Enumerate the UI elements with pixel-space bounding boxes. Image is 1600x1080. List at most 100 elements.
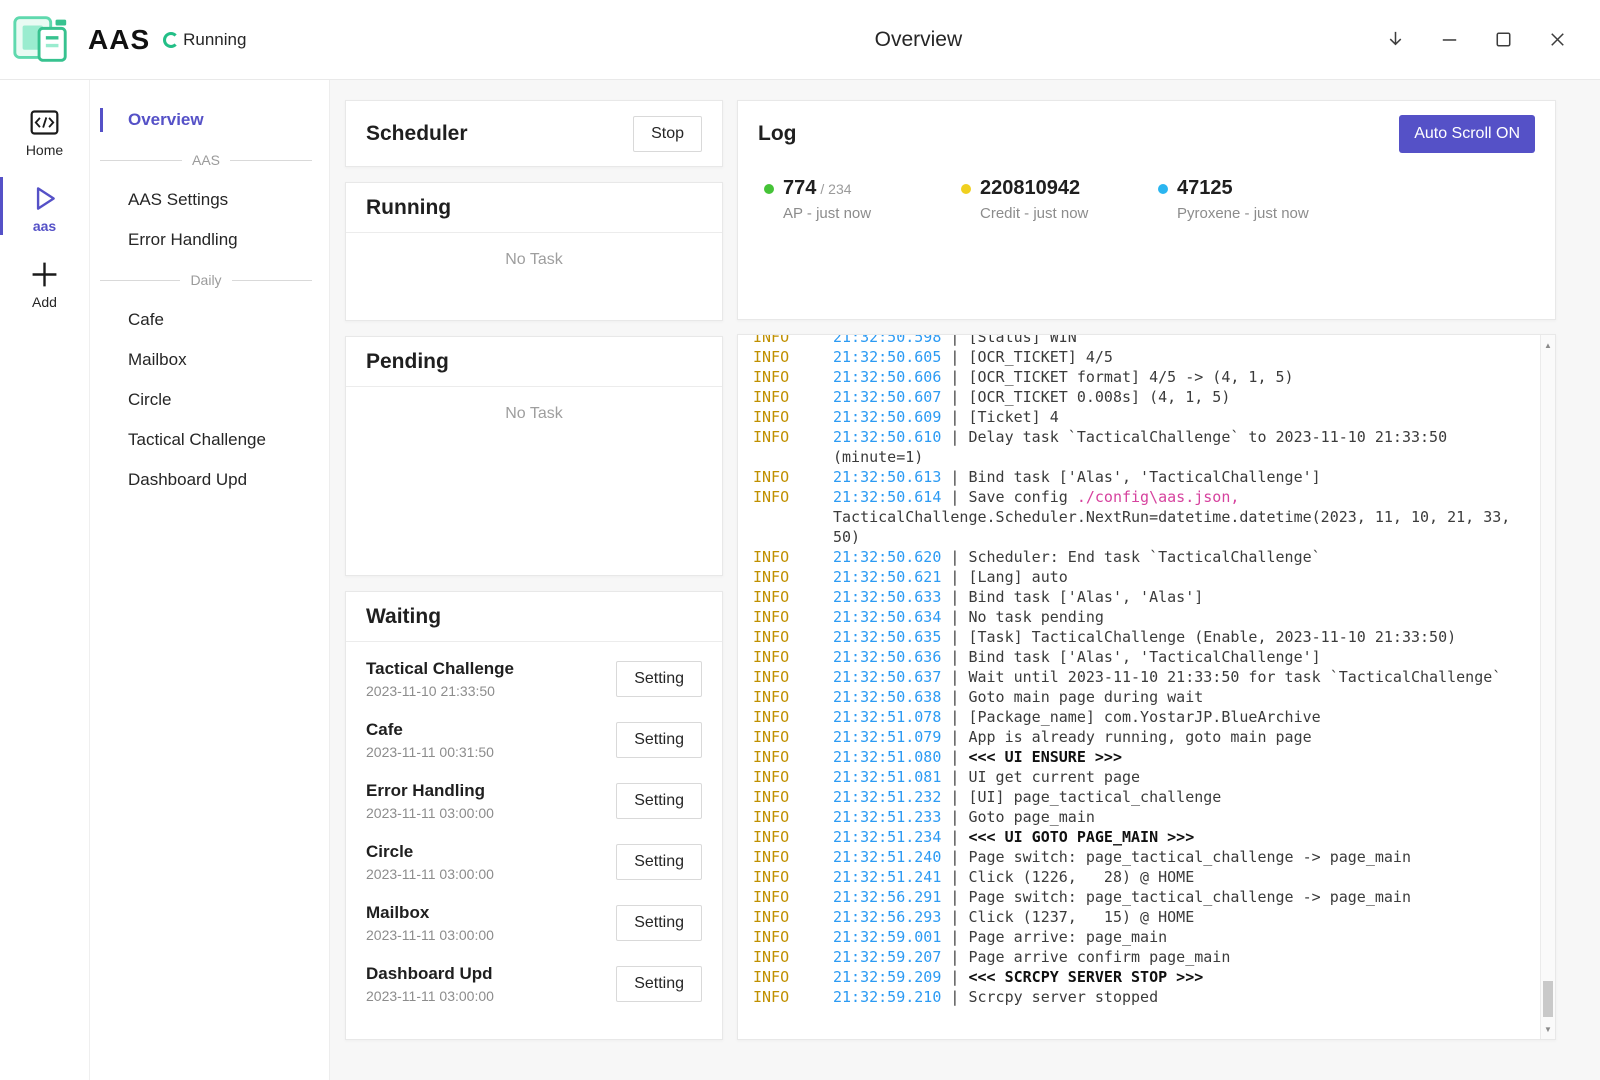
log-line: INFO21:32:51.078 | [Package_name] com.Yo… [753,707,1539,727]
minimize-button[interactable] [1422,0,1476,79]
log-timestamp: 21:32:51.232 [833,788,941,806]
log-timestamp: 21:32:51.081 [833,768,941,786]
waiting-task-time: 2023-11-10 21:33:50 [366,683,514,699]
waiting-task-time: 2023-11-11 03:00:00 [366,988,494,1004]
close-icon [1546,28,1569,51]
log-text: [Lang] auto [968,568,1067,586]
log-timestamp: 21:32:56.291 [833,888,941,906]
close-button[interactable] [1530,0,1584,79]
stat-text: 774/ 234AP - just now [783,177,871,222]
log-message: 21:32:51.241 | Click (1226, 28) @ HOME [833,867,1513,887]
log-message: 21:32:50.620 | Scheduler: End task `Tact… [833,547,1513,567]
running-title: Running [366,196,702,220]
log-text: <<< SCRCPY SERVER STOP >>> [968,968,1203,986]
log-text: No task pending [968,608,1103,626]
stat-text: 220810942Credit - just now [980,177,1088,222]
stat-credit: 220810942Credit - just now [961,177,1158,222]
log-timestamp: 21:32:50.621 [833,568,941,586]
scroll-down-arrow[interactable]: ▼ [1541,1021,1555,1037]
log-line: INFO21:32:51.233 | Goto page_main [753,807,1539,827]
log-level: INFO [753,767,833,787]
log-line: INFO21:32:50.637 | Wait until 2023-11-10… [753,667,1539,687]
log-line: INFO21:32:50.607 | [OCR_TICKET 0.008s] (… [753,387,1539,407]
stat-text: 47125Pyroxene - just now [1177,177,1309,222]
log-panel: Log Auto Scroll ON 774/ 234AP - just now… [737,100,1556,320]
menu-item-tactical-challenge[interactable]: Tactical Challenge [90,420,329,460]
log-message: 21:32:50.621 | [Lang] auto [833,567,1513,587]
menu-item-mailbox[interactable]: Mailbox [90,340,329,380]
download-icon [1384,28,1407,51]
log-level: INFO [753,407,833,427]
log-text: Page switch: page_tactical_challenge -> … [968,848,1411,866]
waiting-task-mailbox: Mailbox2023-11-11 03:00:00Setting [366,892,702,953]
menu-item-circle[interactable]: Circle [90,380,329,420]
log-text: Bind task ['Alas', 'TacticalChallenge'] [968,468,1320,486]
maximize-button[interactable] [1476,0,1530,79]
waiting-task-name: Mailbox [366,903,494,923]
log-timestamp: 21:32:50.620 [833,548,941,566]
setting-button-mailbox[interactable]: Setting [616,905,702,941]
log-timestamp: 21:32:51.233 [833,808,941,826]
scroll-up-arrow[interactable]: ▲ [1541,337,1555,353]
log-timestamp: 21:32:51.078 [833,708,941,726]
rail-item-aas[interactable]: aas [0,172,89,240]
spinner-icon [163,32,179,48]
rail-item-add[interactable]: Add [0,248,89,316]
log-text: <<< UI GOTO PAGE_MAIN >>> [968,828,1194,846]
log-message: 21:32:51.081 | UI get current page [833,767,1513,787]
log-timestamp: 21:32:51.080 [833,748,941,766]
rail-item-home[interactable]: Home [0,96,89,164]
log-timestamp: 21:32:50.637 [833,668,941,686]
log-line: INFO21:32:56.293 | Click (1237, 15) @ HO… [753,907,1539,927]
log-level: INFO [753,367,833,387]
log-scrollbar[interactable]: ▲ ▼ [1540,335,1555,1039]
waiting-task-info: Error Handling2023-11-11 03:00:00 [366,781,494,821]
setting-button-circle[interactable]: Setting [616,844,702,880]
menu-item-cafe[interactable]: Cafe [90,300,329,340]
setting-button-dashboard-upd[interactable]: Setting [616,966,702,1002]
log-timestamp: 21:32:50.635 [833,628,941,646]
running-panel: Running No Task [345,182,723,321]
log-timestamp: 21:32:50.598 [833,334,941,346]
stat-value: 774 [783,177,816,199]
setting-button-cafe[interactable]: Setting [616,722,702,758]
log-timestamp: 21:32:50.614 [833,488,941,506]
menu-item-dashboard-upd[interactable]: Dashboard Upd [90,460,329,500]
divider-line [232,280,312,281]
log-text: Goto main page during wait [968,688,1203,706]
menu-item-overview[interactable]: Overview [90,100,329,140]
log-message: 21:32:50.605 | [OCR_TICKET] 4/5 [833,347,1513,367]
log-stats: 774/ 234AP - just now 220810942Credit - j… [758,177,1535,222]
divider-line [100,160,182,161]
log-text: Page arrive: page_main [968,928,1167,946]
log-line: INFO21:32:51.081 | UI get current page [753,767,1539,787]
log-line: INFO21:32:50.634 | No task pending [753,607,1539,627]
log-line: INFO21:32:59.207 | Page arrive confirm p… [753,947,1539,967]
log-message: 21:32:50.633 | Bind task ['Alas', 'Alas'… [833,587,1513,607]
update-button[interactable] [1368,0,1422,79]
log-timestamp: 21:32:50.609 [833,408,941,426]
log-level: INFO [753,607,833,627]
log-level: INFO [753,647,833,667]
log-message: 21:32:50.613 | Bind task ['Alas', 'Tacti… [833,467,1513,487]
running-status: Running [163,30,246,50]
scrollbar-thumb[interactable] [1543,981,1553,1017]
stop-button[interactable]: Stop [633,116,702,152]
log-line: INFO21:32:59.209 | <<< SCRCPY SERVER STO… [753,967,1539,987]
log-message: 21:32:50.637 | Wait until 2023-11-10 21:… [833,667,1513,687]
auto-scroll-button[interactable]: Auto Scroll ON [1399,115,1535,153]
menu-item-error-handling[interactable]: Error Handling [90,220,329,260]
waiting-task-cafe: Cafe2023-11-11 00:31:50Setting [366,709,702,770]
log-level: INFO [753,807,833,827]
stat-value: 220810942 [980,177,1080,199]
log-line: INFO21:32:51.232 | [UI] page_tactical_ch… [753,787,1539,807]
log-timestamp: 21:32:50.634 [833,608,941,626]
menu-item-aas-settings[interactable]: AAS Settings [90,180,329,220]
log-timestamp: 21:32:50.633 [833,588,941,606]
setting-button-error-handling[interactable]: Setting [616,783,702,819]
log-timestamp: 21:32:56.293 [833,908,941,926]
log-message: 21:32:50.638 | Goto main page during wai… [833,687,1513,707]
log-text: <<< UI ENSURE >>> [968,748,1122,766]
log-message: 21:32:59.209 | <<< SCRCPY SERVER STOP >>… [833,967,1513,987]
setting-button-tactical-challenge[interactable]: Setting [616,661,702,697]
